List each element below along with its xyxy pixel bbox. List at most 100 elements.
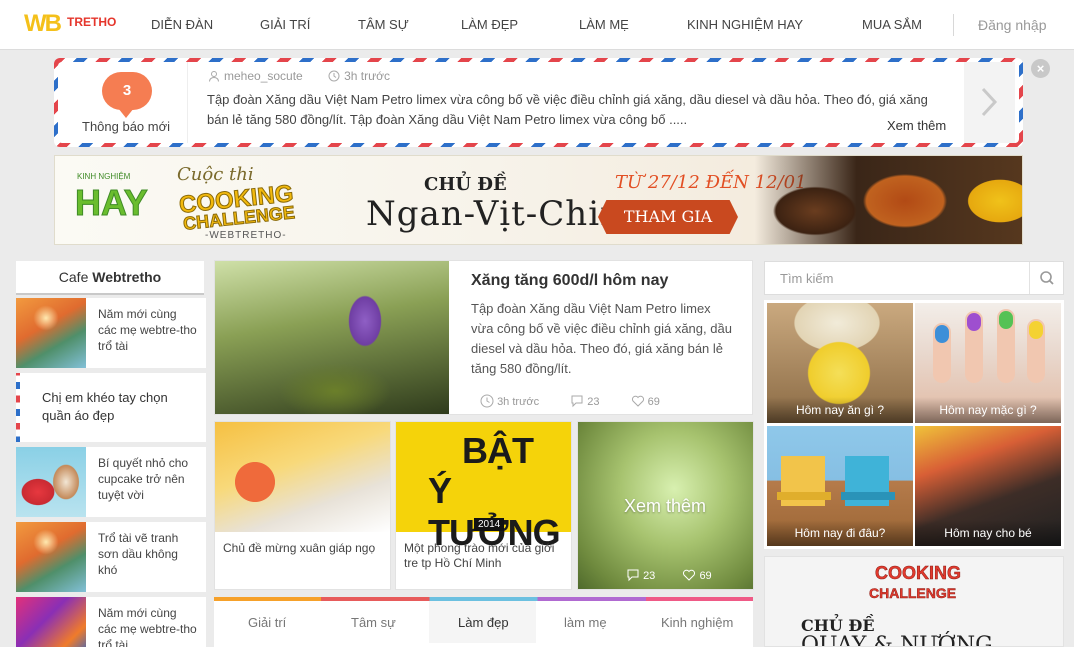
tile-image-text-1: BẬT [462, 430, 534, 471]
banner-hay-small: KINH NGHIỆM [77, 172, 131, 181]
quick-links-grid: Hôm nay ăn gì ? Hôm nay mặc gì ? Hôm nay… [764, 300, 1064, 549]
cafe-title-bold: Webtretho [92, 269, 162, 285]
list-item[interactable]: Bí quyết nhỏ cho cupcake trở nên tuyệt v… [16, 447, 206, 517]
notification-label[interactable]: Thông báo mới [82, 119, 170, 134]
nav-item-giai-tri[interactable]: GIẢI TRÍ [260, 17, 310, 32]
nav-item-lam-me[interactable]: LÀM MẸ [579, 17, 629, 32]
nav-item-kinh-nghiem-hay[interactable]: KINH NGHIỆM HAY [687, 17, 803, 32]
banner-chude: CHỦ ĐỀ [424, 174, 507, 195]
ad-line2: CHALLENGE [869, 585, 957, 602]
nav-divider [953, 14, 954, 36]
see-more-likes: 69 [682, 569, 723, 582]
join-now-button[interactable]: THAM GIA NGAY [598, 200, 738, 234]
notification-time: 3h trước [344, 69, 390, 83]
list-item[interactable]: Năm mới cùng các mẹ webtre-tho trổ tài [16, 298, 206, 368]
nav-item-dien-dan[interactable]: DIỄN ĐÀN [151, 17, 213, 32]
quick-link-cho-be[interactable]: Hôm nay cho bé [915, 426, 1061, 546]
notification-divider [187, 62, 188, 143]
cooking-challenge-banner[interactable]: KINH NGHIỆM HAY Cuộc thi COOKING CHALLEN… [54, 155, 1023, 245]
thumbnail-image [16, 522, 86, 592]
list-item[interactable]: Chị em khéo tay chọn quần áo đẹp [16, 373, 206, 442]
banner-cook-line4: -WEBTRETHO- [205, 230, 287, 241]
clock-icon [328, 70, 340, 82]
featured-article[interactable]: Xăng tăng 600d/l hôm nay Tập đoàn Xăng d… [214, 260, 753, 415]
logo-text: TRETHO [67, 15, 117, 29]
tab-giai-tri[interactable]: Giải trí [248, 615, 286, 630]
tile-caption[interactable]: Chủ đề mừng xuân giáp ngọ [223, 541, 387, 556]
featured-title[interactable]: Xăng tăng 600d/l hôm nay [471, 272, 668, 290]
tile-image-year: 2014 [474, 518, 505, 531]
login-link[interactable]: Đăng nhập [978, 17, 1047, 33]
featured-time: 3h trước [480, 394, 556, 408]
list-item-text: Trổ tài vẽ tranh sơn dầu không khó [98, 531, 179, 577]
list-item-text: Bí quyết nhỏ cho cupcake trở nên tuyệt v… [98, 456, 189, 502]
notification-inner: 3 Thông báo mới meheo_socute 3h trước Tậ… [58, 62, 1019, 143]
banner-food-image [755, 156, 1022, 244]
nails-illustration [933, 309, 1045, 383]
clock-icon [480, 394, 494, 408]
quick-link-label: Hôm nay ăn gì ? [767, 397, 913, 423]
list-item[interactable]: Trổ tài vẽ tranh sơn dầu không khó [16, 522, 206, 592]
banner-hay-big: HAY [75, 182, 149, 224]
tab-lam-dep[interactable]: Làm đẹp [458, 615, 509, 630]
featured-likes[interactable]: 69 [631, 395, 674, 408]
user-icon [208, 70, 220, 82]
quick-link-label: Hôm nay cho bé [915, 520, 1061, 546]
tab-kinh-nghiem[interactable]: Kinh nghiệm [661, 615, 733, 630]
see-more-tile[interactable]: Xem thêm 23 69 [577, 421, 754, 590]
tab-lam-me[interactable]: làm mẹ [564, 615, 607, 630]
notification-count-badge[interactable]: 3 [102, 72, 152, 118]
featured-image [215, 261, 449, 414]
tile-image: BẬT Ý TƯỞNG 2014 [396, 422, 571, 553]
banner-cook-line1: Cuộc thi [177, 164, 254, 185]
webtretho-logo[interactable]: WB TRETHO [24, 8, 118, 42]
heart-icon [631, 395, 644, 407]
notification-user[interactable]: meheo_socute [224, 69, 303, 83]
cooking-challenge-ad[interactable]: COOKING CHALLENGE CHỦ ĐỀ QUAY & NƯỚNG [764, 556, 1064, 647]
close-icon[interactable]: × [1031, 59, 1050, 78]
comment-icon [571, 395, 583, 408]
article-tile[interactable]: BẬT Ý TƯỞNG 2014 Một phong trào mới của … [395, 421, 572, 590]
quick-link-di-dau[interactable]: Hôm nay đi đâu? [767, 426, 913, 546]
list-item-text: Chị em khéo tay chọn quần áo đẹp [42, 390, 168, 423]
see-more-label[interactable]: Xem thêm [624, 496, 706, 517]
notification-meta: meheo_socute 3h trước [208, 69, 390, 83]
quick-link-mac-gi[interactable]: Hôm nay mặc gì ? [915, 303, 1061, 423]
top-header: WB TRETHO DIỄN ĐÀN GIẢI TRÍ TÂM SỰ LÀM Đ… [0, 0, 1074, 50]
chevron-right-icon [981, 87, 998, 117]
search-button[interactable] [1029, 262, 1063, 294]
see-more-likes-count: 69 [699, 570, 712, 582]
notification-text[interactable]: Tập đoàn Xăng dầu Việt Nam Petro limex v… [207, 90, 952, 130]
article-tile[interactable]: Chủ đề mừng xuân giáp ngọ [214, 421, 391, 590]
nav-item-lam-dep[interactable]: LÀM ĐẸP [461, 17, 518, 32]
nav-item-mua-sam[interactable]: MUA SẮM [862, 17, 922, 32]
comment-icon [627, 569, 639, 582]
kinh-nghiem-hay-logo: KINH NGHIỆM HAY [73, 170, 149, 230]
ad-line1: COOKING [875, 563, 962, 584]
heart-icon [683, 569, 696, 581]
featured-likes-count: 69 [647, 396, 660, 408]
list-item-text: Năm mới cùng các mẹ webtre-tho trổ tài [98, 307, 197, 353]
tile-caption[interactable]: Một phong trào mới của giới tre tp Hồ Ch… [404, 541, 568, 571]
category-tabs: Giải trí Tâm sự Làm đẹp làm mẹ Kinh nghi… [214, 597, 753, 647]
search-input[interactable] [765, 262, 1027, 294]
notification-next-button[interactable] [964, 62, 1015, 143]
featured-comments[interactable]: 23 [570, 395, 616, 408]
list-item[interactable]: Năm mới cùng các mẹ webtre-tho trổ tài [16, 597, 206, 647]
tab-tam-su[interactable]: Tâm sự [351, 615, 396, 630]
quick-link-label: Hôm nay đi đâu? [767, 520, 913, 546]
nav-item-tam-su[interactable]: TÂM SỰ [358, 17, 409, 32]
thumbnail-image [16, 597, 86, 647]
thumbnail-image [16, 447, 86, 517]
logo-mark: WB [24, 10, 62, 37]
notification-more-link[interactable]: Xem thêm [887, 118, 946, 133]
quick-link-an-gi[interactable]: Hôm nay ăn gì ? [767, 303, 913, 423]
featured-desc: Tập đoàn Xăng dầu Việt Nam Petro limex v… [471, 301, 732, 376]
cafe-sidebar-title: Cafe Webtretho [16, 261, 204, 295]
search-icon [1040, 271, 1054, 285]
quick-link-label: Hôm nay mặc gì ? [915, 397, 1061, 423]
cooking-challenge-logo: Cuộc thi COOKING CHALLENGE -WEBTRETHO- [175, 164, 315, 244]
thumbnail-image [16, 298, 86, 368]
banner-topic: Ngan-Vịt-Chim [366, 194, 634, 234]
see-more-comments-count: 23 [643, 570, 656, 582]
